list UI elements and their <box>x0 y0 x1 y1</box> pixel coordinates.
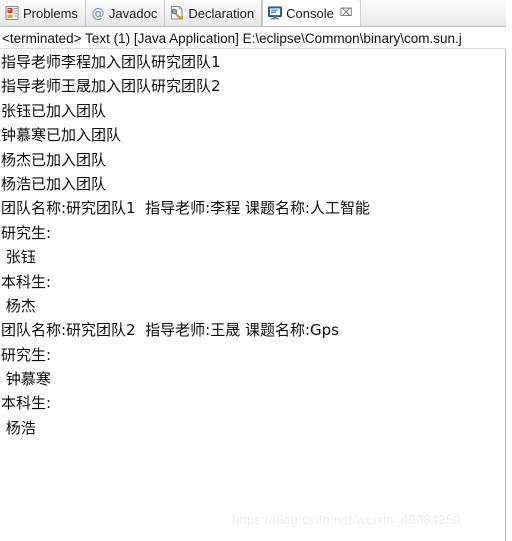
tab-label: Declaration <box>188 5 255 21</box>
console-line: 钟慕寒 <box>1 370 51 389</box>
console-line: 研究生: <box>1 345 52 364</box>
tab-console[interactable]: Console ⌧ <box>262 0 360 26</box>
console-line: 杨浩 <box>1 418 36 437</box>
console-line: 团队名称:研究团队2 指导老师:王晟 课题名称:Gps <box>1 321 339 340</box>
watermark-text: https://blog.csdn.net/weixin_45984250 <box>232 512 461 527</box>
eclipse-console-view: Problems @ Javadoc Declaration Console ⌧… <box>0 0 506 541</box>
console-line: 指导老师李程加入团队研究团队1 <box>1 53 221 71</box>
tab-label: Javadoc <box>108 5 158 21</box>
console-line: 本科生: <box>1 394 52 413</box>
problems-icon <box>4 5 20 21</box>
svg-text:@: @ <box>91 7 104 22</box>
console-line: 张钰已加入团队 <box>1 101 107 120</box>
process-status-line: <terminated> Text (1) [Java Application]… <box>0 28 506 49</box>
console-line: 本科生: <box>1 272 52 291</box>
console-output-area[interactable]: 指导老师李程加入团队研究团队1 指导老师王晟加入团队研究团队2 张钰已加入团队 … <box>0 50 504 520</box>
close-icon[interactable]: ⌧ <box>340 7 353 19</box>
console-line: 团队名称:研究团队1 指导老师:李程 课题名称:人工智能 <box>1 199 371 218</box>
console-line: 杨杰已加入团队 <box>1 150 107 169</box>
console-line: 张钰 <box>1 248 36 267</box>
declaration-icon <box>169 5 185 21</box>
view-tab-bar: Problems @ Javadoc Declaration Console ⌧ <box>0 0 506 27</box>
console-line: 研究生: <box>1 223 52 242</box>
console-line: 钟慕寒已加入团队 <box>1 126 122 145</box>
tab-javadoc[interactable]: @ Javadoc <box>85 0 166 26</box>
console-line: 指导老师王晟加入团队研究团队2 <box>1 77 221 96</box>
tab-problems[interactable]: Problems <box>0 0 86 26</box>
tab-declaration[interactable]: Declaration <box>165 0 263 26</box>
console-line: 杨浩已加入团队 <box>1 174 107 193</box>
tab-label: Problems <box>23 5 78 21</box>
console-line: 杨杰 <box>1 296 36 315</box>
javadoc-icon: @ <box>90 5 106 22</box>
console-icon <box>267 5 283 21</box>
tab-label: Console <box>286 5 334 21</box>
tab-bar-filler <box>359 0 506 26</box>
